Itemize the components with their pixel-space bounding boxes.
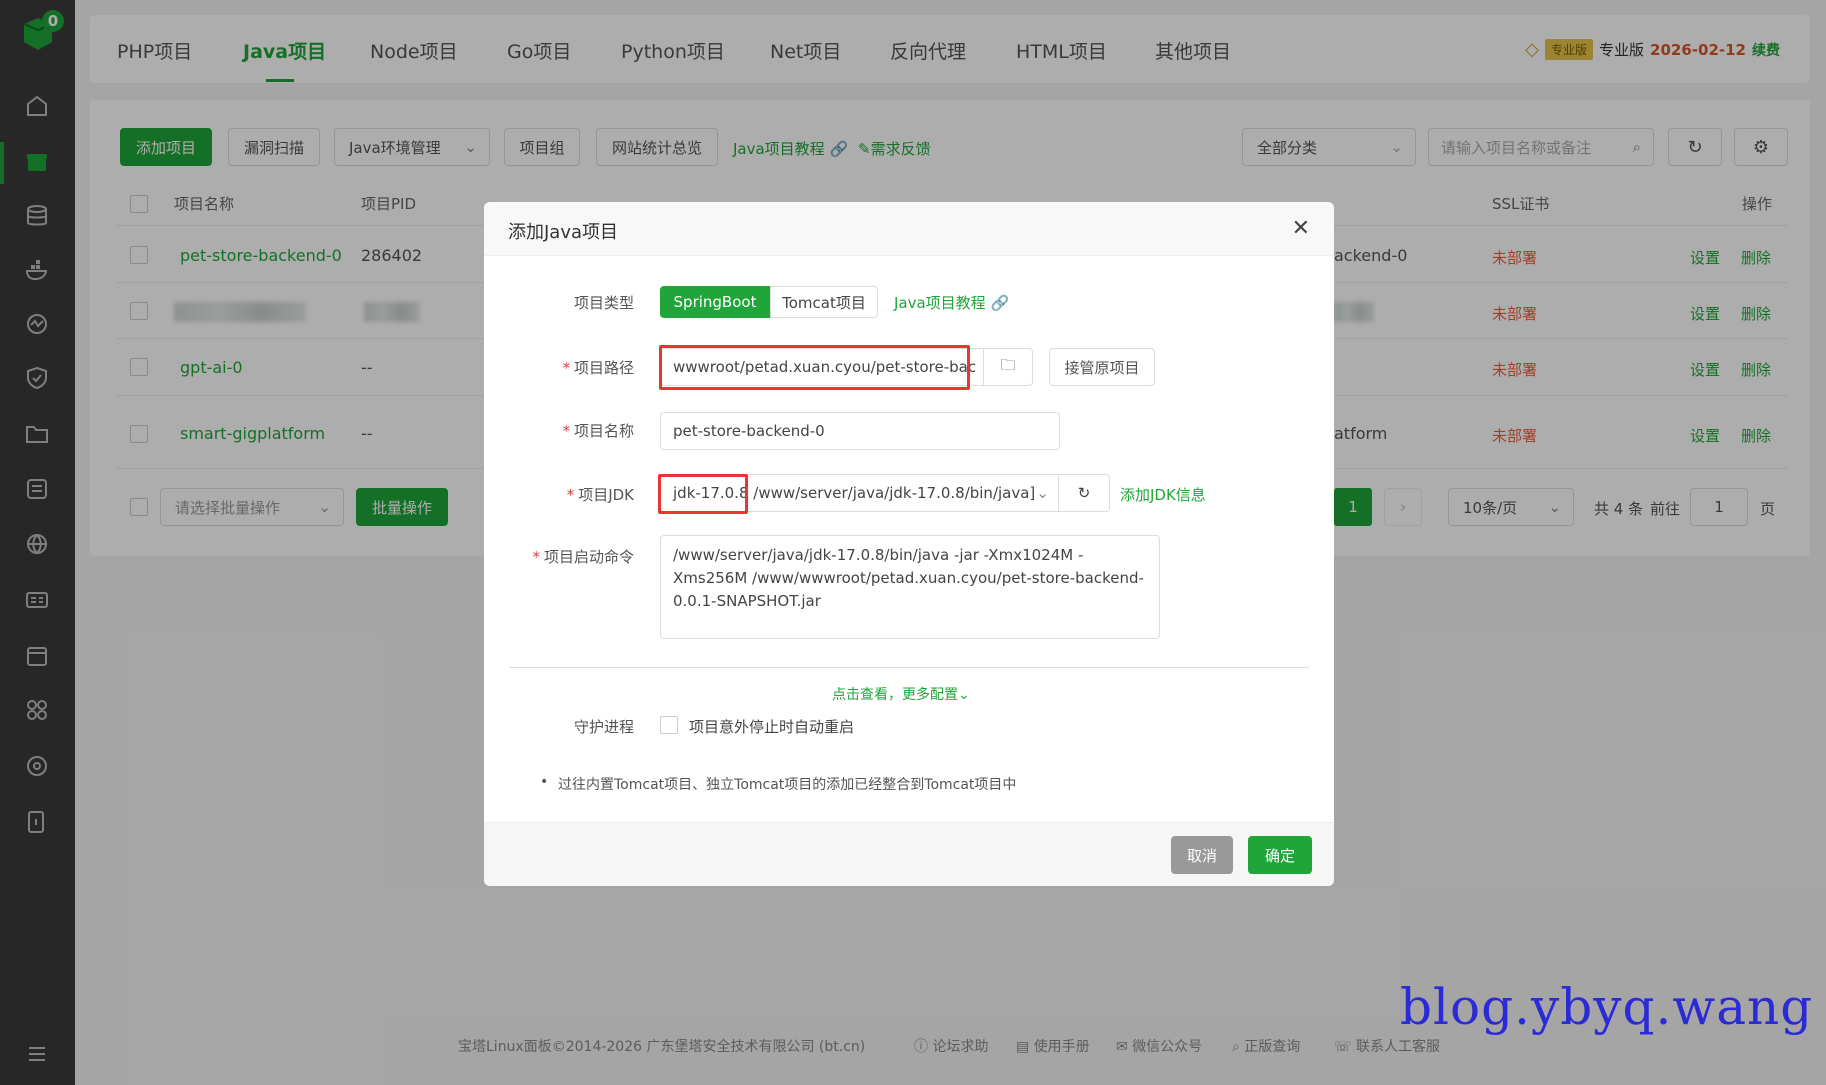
close-icon[interactable]: ✕ [1292, 218, 1310, 240]
more-config-link[interactable]: 点击查看，更多配置⌄ [832, 684, 970, 704]
path-highlight-box [659, 345, 970, 390]
cmd-label-text: 项目启动命令 [543, 548, 634, 566]
name-label-text: 项目名称 [573, 422, 634, 440]
folder-icon: 🗀 [1000, 355, 1016, 374]
dialog-title: 添加Java项目 [508, 222, 619, 243]
type-label: 项目类型 [573, 294, 634, 312]
jdk-label-text: 项目JDK [578, 486, 634, 504]
jdk-highlight-box [658, 474, 748, 514]
type-springboot-button[interactable]: SpringBoot [660, 286, 770, 318]
link-icon: 🔗 [990, 294, 1010, 312]
chevron-down-icon: ⌄ [958, 687, 970, 703]
folder-picker-button[interactable]: 🗀 [983, 348, 1033, 386]
daemon-label: 守护进程 [573, 718, 634, 736]
chevron-down-icon: ⌄ [1036, 484, 1049, 502]
project-name-input[interactable]: pet-store-backend-0 [660, 412, 1060, 450]
refresh-icon: ↻ [1077, 484, 1091, 502]
dialog-divider [509, 667, 1309, 668]
cmd-label: * 项目启动命令 [532, 548, 634, 566]
daemon-text: 项目意外停止时自动重启 [689, 718, 855, 736]
start-command-textarea[interactable]: /www/server/java/jdk-17.0.8/bin/java -ja… [660, 535, 1160, 639]
takeover-button[interactable]: 接管原项目 [1049, 348, 1155, 386]
more-config-label: 点击查看，更多配置 [832, 687, 958, 703]
jdk-label: * 项目JDK [566, 486, 634, 504]
jdk-refresh-button[interactable]: ↻ [1058, 474, 1110, 512]
path-label: * 项目路径 [562, 359, 634, 377]
type-tomcat-button[interactable]: Tomcat项目 [770, 286, 878, 318]
daemon-checkbox[interactable] [660, 716, 678, 734]
add-jdk-link[interactable]: 添加JDK信息 [1120, 484, 1206, 505]
add-java-project-dialog: 添加Java项目 ✕ 项目类型 SpringBoot Tomcat项目 Java… [484, 202, 1334, 886]
path-label-text: 项目路径 [573, 359, 634, 377]
confirm-button[interactable]: 确定 [1248, 836, 1312, 874]
blog-watermark: blog.ybyq.wang [1400, 978, 1814, 1036]
integration-note: 过往内置Tomcat项目、独立Tomcat项目的添加已经整合到Tomcat项目中 [558, 777, 1017, 793]
name-label: * 项目名称 [562, 422, 634, 440]
type-tutorial-link[interactable]: Java项目教程 🔗 [894, 292, 1009, 313]
type-tutorial-label: Java项目教程 [894, 294, 986, 312]
cancel-button[interactable]: 取消 [1171, 836, 1233, 874]
note-bullet: • [540, 774, 549, 790]
